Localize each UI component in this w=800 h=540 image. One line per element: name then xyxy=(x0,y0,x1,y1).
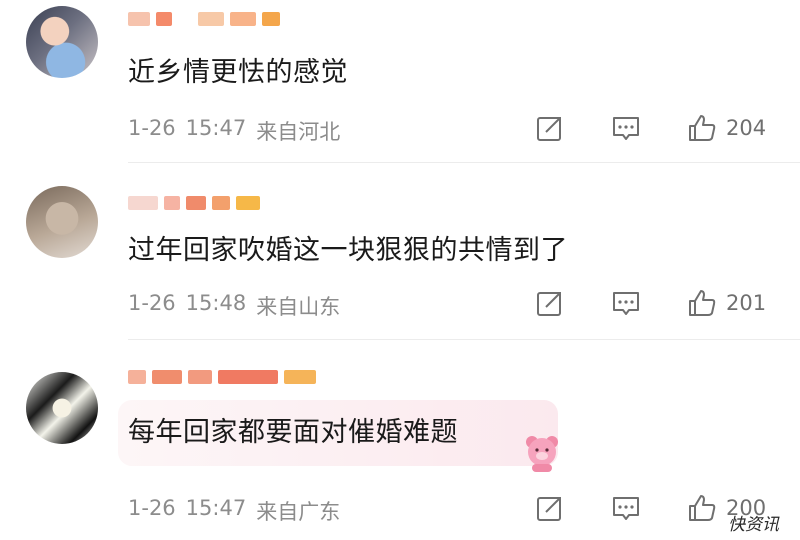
comment-icon[interactable] xyxy=(610,287,642,319)
comment-icon[interactable] xyxy=(610,112,642,144)
divider xyxy=(128,339,800,340)
like-count: 201 xyxy=(726,291,767,315)
comment-location: 来自山东 xyxy=(256,295,341,319)
avatar[interactable] xyxy=(26,186,98,258)
like-count: 204 xyxy=(726,116,767,140)
thumbs-up-icon[interactable] xyxy=(686,287,718,319)
avatar[interactable] xyxy=(26,6,98,78)
username[interactable] xyxy=(128,366,316,388)
comment-actions: 204 xyxy=(534,112,766,144)
thumbs-up-icon[interactable] xyxy=(686,112,718,144)
divider xyxy=(128,162,800,163)
comment-date: 1-26 xyxy=(128,496,176,520)
username[interactable] xyxy=(128,192,260,214)
comment-text: 近乡情更怯的感觉 xyxy=(128,57,348,88)
comment-date: 1-26 xyxy=(128,116,176,140)
comment-meta: 1-26 15:48 来自山东 xyxy=(128,291,340,321)
comment-time: 15:47 xyxy=(185,116,247,140)
comment-time: 15:47 xyxy=(185,496,247,520)
comment-date: 1-26 xyxy=(128,291,176,315)
comment-text: 每年回家都要面对催婚难题 xyxy=(128,417,458,448)
comment-meta: 1-26 15:47 来自河北 xyxy=(128,116,340,146)
avatar[interactable] xyxy=(26,372,98,444)
comment-location: 来自河北 xyxy=(256,120,341,144)
watermark: 快资讯 xyxy=(728,515,779,535)
share-icon[interactable] xyxy=(534,492,566,524)
comment-actions: 201 xyxy=(534,287,766,319)
comment-icon[interactable] xyxy=(610,492,642,524)
bear-sticker-icon xyxy=(520,430,564,474)
comment-meta: 1-26 15:47 来自广东 xyxy=(128,496,340,526)
share-icon[interactable] xyxy=(534,112,566,144)
comment-time: 15:48 xyxy=(185,291,247,315)
comment-location: 来自广东 xyxy=(256,500,341,524)
username[interactable] xyxy=(128,8,280,30)
comment-text: 过年回家吹婚这一块狠狠的共情到了 xyxy=(128,235,568,266)
share-icon[interactable] xyxy=(534,287,566,319)
thumbs-up-icon[interactable] xyxy=(686,492,718,524)
